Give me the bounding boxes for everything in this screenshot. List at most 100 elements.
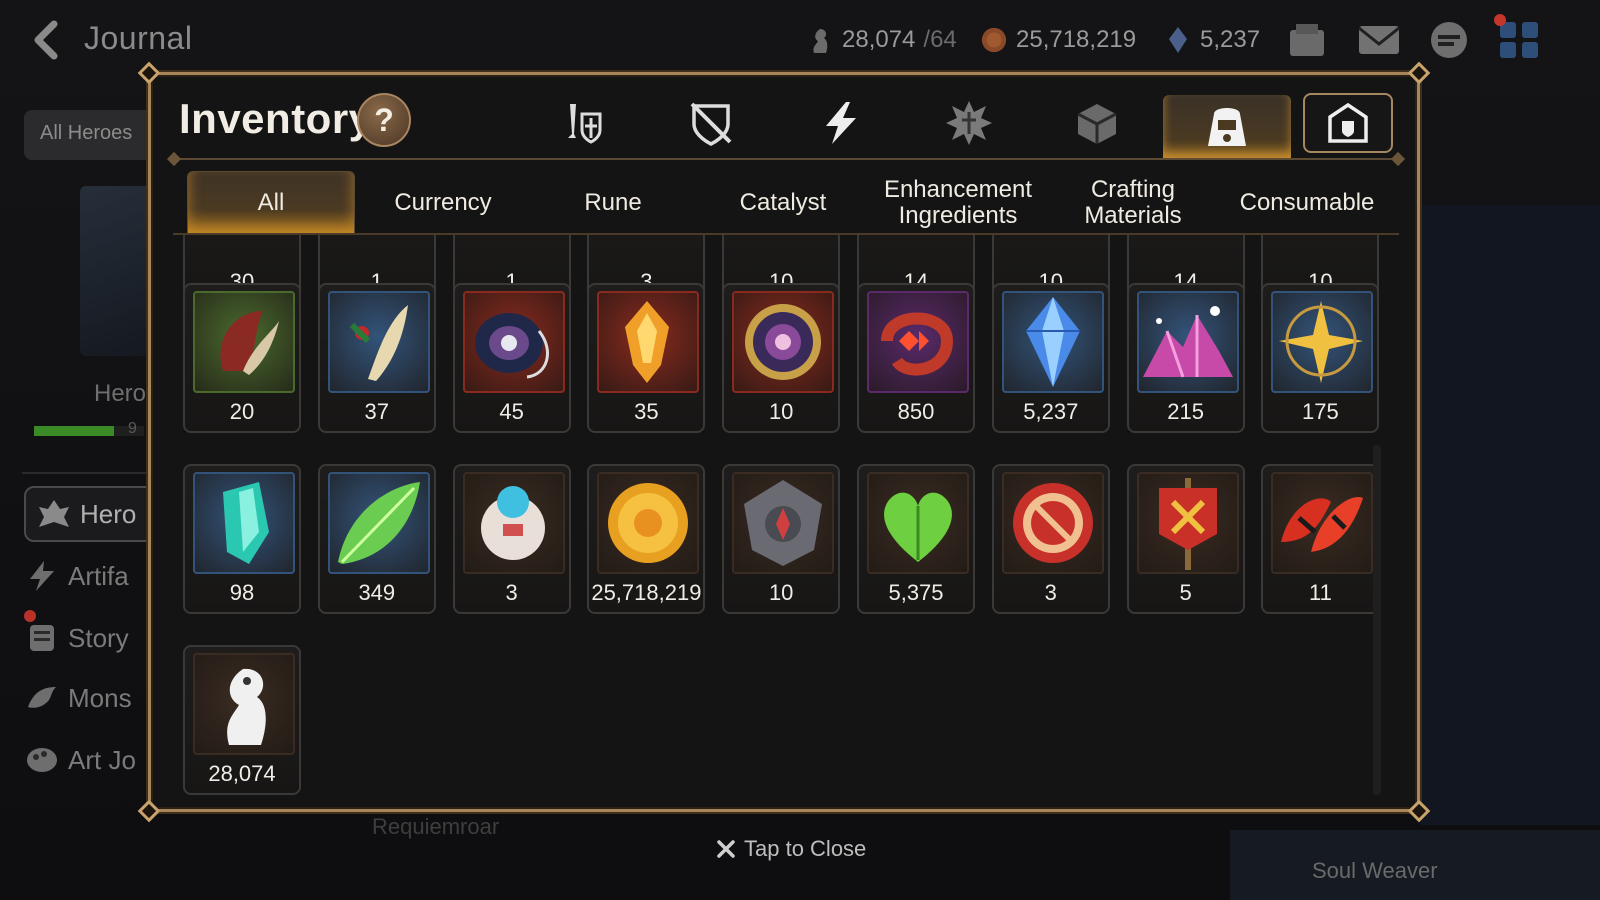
top-bar: Journal 28,074/64 25,718,219 5,237 bbox=[0, 0, 1600, 80]
item-slot[interactable]: 20 bbox=[183, 283, 301, 433]
item-slot[interactable]: 98 bbox=[183, 464, 301, 614]
blue-crystal-icon bbox=[1001, 291, 1104, 393]
scrollbar[interactable] bbox=[1373, 445, 1381, 795]
help-button[interactable]: ? bbox=[357, 93, 411, 147]
item-slot[interactable]: 37 bbox=[317, 283, 436, 433]
weapon-armor-icon bbox=[568, 104, 602, 144]
sanctuary-icon[interactable] bbox=[1284, 20, 1330, 60]
stone-compass-icon bbox=[732, 472, 835, 574]
item-slot[interactable]: 175 bbox=[1261, 283, 1380, 433]
crystal-resource[interactable]: 5,237 bbox=[1164, 22, 1260, 58]
item-slot[interactable]: 5 bbox=[1126, 464, 1245, 614]
item-slot[interactable]: 10 bbox=[722, 283, 841, 433]
item-slot[interactable]: 5,375 bbox=[857, 464, 975, 614]
item-slot[interactable]: 35 bbox=[587, 283, 706, 433]
gold-coin-icon bbox=[597, 472, 700, 574]
crystal-count: 5,237 bbox=[1200, 26, 1261, 53]
teal-crystal-icon bbox=[193, 472, 295, 574]
scroll-icon bbox=[30, 625, 54, 651]
tab-all[interactable]: All bbox=[187, 171, 355, 235]
tab-artifact[interactable] bbox=[791, 91, 891, 155]
tab-cube[interactable] bbox=[1047, 91, 1147, 155]
item-count: 5 bbox=[1179, 580, 1192, 605]
inventory-modal: Inventory ? All Currency Rune Catalyst E… bbox=[137, 61, 1431, 823]
item-slot[interactable]: 25,718,219 bbox=[587, 464, 706, 614]
item-count: 35 bbox=[634, 399, 659, 424]
tab-rune[interactable]: Rune bbox=[533, 171, 693, 235]
close-hint[interactable]: Tap to Close bbox=[716, 836, 866, 862]
red-seal-icon bbox=[1001, 472, 1104, 574]
tab-storage[interactable] bbox=[1303, 93, 1393, 153]
tab-items[interactable] bbox=[1163, 95, 1291, 159]
item-grid: 30 1 1 3 10 14 10 14 10 20 37 45 35 10 850 5,237 215 175… bbox=[175, 235, 1385, 795]
nav-item-label: Story bbox=[68, 622, 129, 653]
item-count: 3 bbox=[1044, 580, 1057, 605]
background-label: Requiemroar bbox=[372, 814, 500, 839]
page-title: Journal bbox=[84, 20, 193, 56]
claw-icon bbox=[193, 291, 295, 393]
tab-equipment[interactable] bbox=[533, 91, 633, 155]
item-slot[interactable]: 3 bbox=[991, 464, 1110, 614]
chat-icon[interactable] bbox=[1426, 20, 1472, 60]
item-count: 28,074 bbox=[208, 761, 276, 786]
tab-unequipped[interactable] bbox=[661, 91, 761, 155]
mail-icon[interactable] bbox=[1356, 20, 1402, 60]
lightning-icon bbox=[30, 561, 54, 591]
gold-star-amulet-icon bbox=[1271, 291, 1374, 393]
tab-enhancement-ingredients[interactable]: Enhancement Ingredients bbox=[873, 171, 1043, 235]
item-count: 175 bbox=[1302, 399, 1339, 424]
cube-icon bbox=[1077, 104, 1117, 144]
tab-crest[interactable] bbox=[919, 91, 1019, 155]
item-count: 10 bbox=[768, 580, 794, 605]
ornate-orb-icon bbox=[732, 291, 835, 393]
item-slot[interactable]: 5,237 bbox=[991, 283, 1110, 433]
green-heart-leaf-icon bbox=[867, 472, 969, 574]
glowing-leaf-icon bbox=[327, 472, 430, 574]
skystone-resource[interactable]: 28,074/64 bbox=[806, 22, 957, 58]
hero-caption: Hero bbox=[94, 380, 147, 407]
hero-icon bbox=[39, 500, 69, 527]
crystal-disc-icon bbox=[462, 291, 565, 393]
robot-bell-icon bbox=[462, 472, 565, 574]
item-count: 215 bbox=[1167, 399, 1204, 424]
item-slot[interactable]: 850 bbox=[857, 283, 975, 433]
war-banner-icon bbox=[1136, 472, 1239, 574]
item-slot[interactable]: 10 bbox=[722, 464, 841, 614]
flame-crystal-icon bbox=[597, 291, 700, 393]
hero-progress-value: 9 bbox=[128, 420, 137, 437]
item-slot[interactable]: 3 bbox=[452, 464, 571, 614]
lightning-icon bbox=[826, 102, 856, 144]
modal-header: Inventory ? bbox=[151, 75, 1417, 159]
back-arrow-icon[interactable] bbox=[26, 18, 70, 62]
item-slot[interactable]: 11 bbox=[1261, 464, 1380, 614]
item-slot[interactable]: 349 bbox=[317, 464, 436, 614]
menu-grid-icon[interactable] bbox=[1496, 20, 1542, 60]
skystone-cap: /64 bbox=[923, 26, 957, 53]
item-count: 5,375 bbox=[888, 580, 944, 605]
background-panel bbox=[1420, 205, 1600, 825]
nav-item-label: Artifa bbox=[68, 560, 129, 591]
modal-title: Inventory bbox=[179, 95, 373, 142]
tab-catalyst[interactable]: Catalyst bbox=[703, 171, 863, 235]
item-slot[interactable]: 28,074 bbox=[183, 645, 301, 795]
crystal-icon bbox=[1169, 27, 1187, 53]
gold-resource[interactable]: 25,718,219 bbox=[980, 22, 1136, 58]
nav-item-label: Hero bbox=[80, 498, 137, 529]
notification-dot bbox=[1494, 14, 1506, 26]
left-panel: All Heroes Hero 9 Hero Artifa Story Mons… bbox=[0, 88, 174, 900]
guild-shield-icon bbox=[1328, 102, 1368, 143]
item-count: 10 bbox=[768, 399, 794, 424]
sub-tab-bar: All Currency Rune Catalyst Enhancement I… bbox=[187, 171, 1397, 235]
tab-crafting-materials[interactable]: Crafting Materials bbox=[1053, 171, 1213, 235]
header-divider bbox=[173, 158, 1399, 160]
item-slot[interactable]: 215 bbox=[1126, 283, 1245, 433]
divider bbox=[22, 472, 162, 474]
tab-consumable[interactable]: Consumable bbox=[1223, 171, 1391, 235]
red-leaves-icon bbox=[1271, 472, 1374, 574]
tab-currency[interactable]: Currency bbox=[363, 171, 523, 235]
item-slot[interactable]: 45 bbox=[452, 283, 571, 433]
item-count: 850 bbox=[897, 399, 935, 424]
palette-icon bbox=[27, 748, 57, 772]
feather-berry-icon bbox=[327, 291, 430, 393]
pink-gem-pile-icon bbox=[1136, 291, 1239, 393]
